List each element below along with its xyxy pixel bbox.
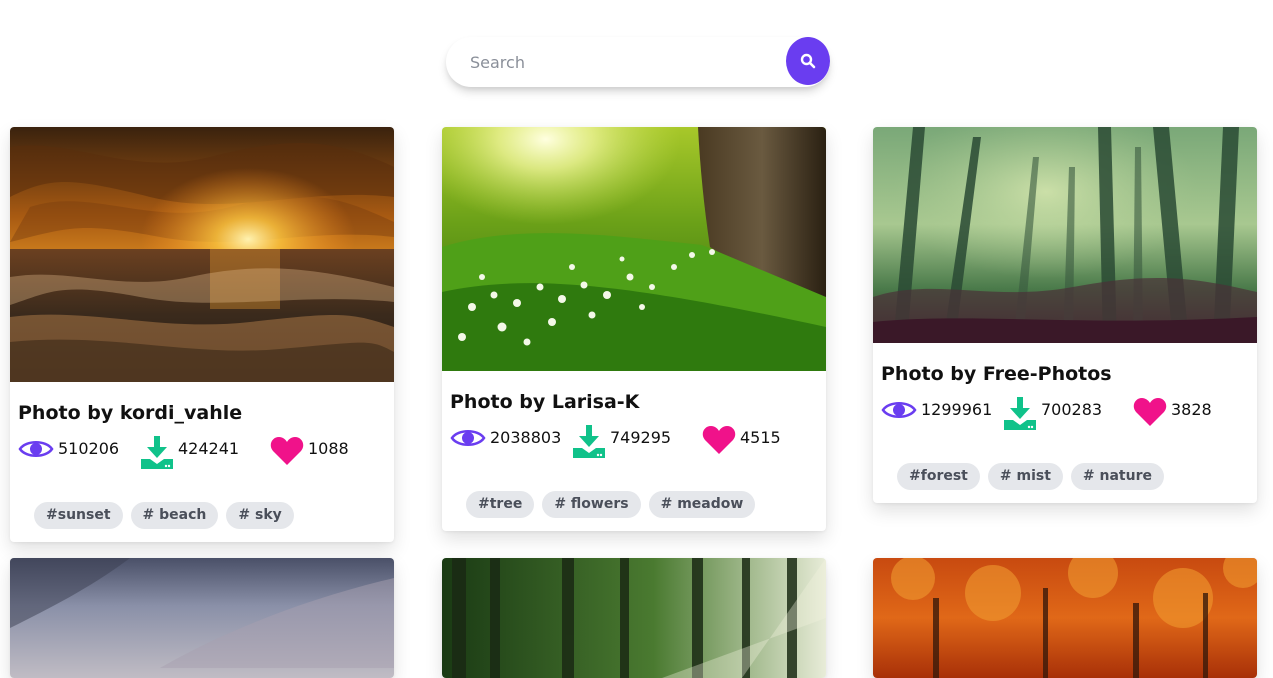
photo-image[interactable] xyxy=(873,558,1257,678)
likes-stat: 1088 xyxy=(270,436,349,470)
downloads-count: 749295 xyxy=(610,428,672,447)
photo-card[interactable]: Photo by Larisa-K 2038803 749295 4515 #t… xyxy=(442,127,826,531)
download-icon xyxy=(140,436,174,474)
eye-icon xyxy=(450,425,486,455)
likes-count: 3828 xyxy=(1171,400,1212,419)
download-icon xyxy=(1003,397,1037,435)
downloads-count: 424241 xyxy=(178,439,240,458)
card-body: Photo by Larisa-K 2038803 749295 4515 #t… xyxy=(442,371,826,518)
photo-card[interactable]: Photo by kordi_vahle 510206 424241 1088 xyxy=(10,127,394,542)
search-icon xyxy=(800,53,816,69)
tag[interactable]: # flowers xyxy=(542,491,641,518)
search-input[interactable] xyxy=(446,37,776,87)
photo-image[interactable] xyxy=(442,127,826,371)
tag-list: #tree # flowers # meadow xyxy=(450,491,818,518)
likes-stat: 3828 xyxy=(1133,397,1212,431)
downloads-stat: 749295 xyxy=(572,425,671,463)
likes-count: 4515 xyxy=(740,428,781,447)
search-bar xyxy=(446,37,830,87)
heart-icon xyxy=(1133,397,1167,431)
search-button[interactable] xyxy=(786,37,830,85)
photo-image[interactable] xyxy=(442,558,826,678)
tag[interactable]: #forest xyxy=(897,463,980,490)
photo-card[interactable] xyxy=(442,558,826,678)
tag[interactable]: # sky xyxy=(226,502,294,529)
views-count: 2038803 xyxy=(490,428,562,447)
heart-icon xyxy=(270,436,304,470)
likes-count: 1088 xyxy=(308,439,349,458)
tag[interactable]: # mist xyxy=(987,463,1063,490)
views-count: 510206 xyxy=(58,439,120,458)
photo-card[interactable] xyxy=(10,558,394,678)
download-icon xyxy=(572,425,606,463)
tag[interactable]: # meadow xyxy=(648,491,756,518)
tag[interactable]: # nature xyxy=(1070,463,1164,490)
card-body: Photo by kordi_vahle 510206 424241 1088 xyxy=(10,382,394,529)
heart-icon xyxy=(702,425,736,459)
photo-card[interactable] xyxy=(873,558,1257,678)
tag-list: #forest # mist # nature xyxy=(881,463,1249,490)
views-stat: 2038803 xyxy=(450,425,561,455)
photo-card[interactable]: Photo by Free-Photos 1299961 700283 3828 xyxy=(873,127,1257,503)
eye-icon xyxy=(881,397,917,427)
views-stat: 510206 xyxy=(18,436,119,466)
photo-title: Photo by Free-Photos xyxy=(881,363,1112,385)
stats-row: 510206 424241 1088 xyxy=(18,436,386,470)
tag[interactable]: #sunset xyxy=(34,502,123,529)
card-body: Photo by Free-Photos 1299961 700283 3828 xyxy=(873,343,1257,490)
tag[interactable]: # beach xyxy=(130,502,219,529)
views-count: 1299961 xyxy=(921,400,993,419)
likes-stat: 4515 xyxy=(702,425,781,459)
downloads-count: 700283 xyxy=(1041,400,1103,419)
downloads-stat: 424241 xyxy=(140,436,239,474)
stats-row: 2038803 749295 4515 xyxy=(450,425,818,459)
views-stat: 1299961 xyxy=(881,397,992,427)
tag[interactable]: #tree xyxy=(466,491,535,518)
photo-title: Photo by Larisa-K xyxy=(450,391,640,413)
photo-image[interactable] xyxy=(873,127,1257,343)
tag-list: #sunset # beach # sky xyxy=(18,502,386,529)
eye-icon xyxy=(18,436,54,466)
photo-image[interactable] xyxy=(10,127,394,382)
photo-image[interactable] xyxy=(10,558,394,678)
photo-title: Photo by kordi_vahle xyxy=(18,402,243,424)
stats-row: 1299961 700283 3828 xyxy=(881,397,1249,431)
downloads-stat: 700283 xyxy=(1003,397,1102,435)
